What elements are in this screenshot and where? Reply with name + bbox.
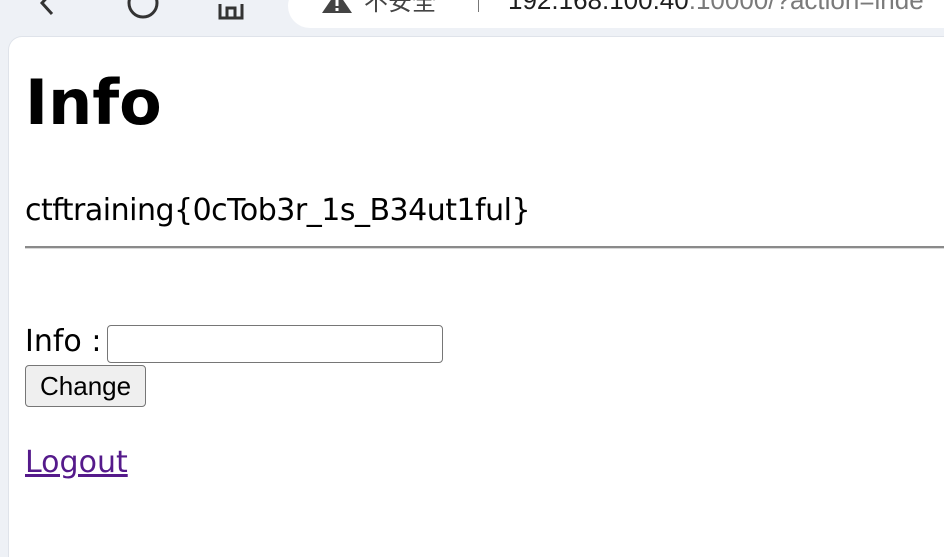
reload-button[interactable] bbox=[126, 0, 160, 20]
info-input[interactable] bbox=[107, 325, 444, 363]
security-indicator[interactable]: 不安全 bbox=[322, 0, 436, 14]
address-bar[interactable]: 不安全 192.168.100.40:10000/?action=inde bbox=[288, 0, 944, 28]
page-title: Info bbox=[25, 66, 162, 139]
home-icon bbox=[218, 4, 244, 20]
url-host: 192.168.100.40 bbox=[508, 0, 689, 15]
info-form-row: Info : bbox=[25, 321, 444, 363]
logout-link[interactable]: Logout bbox=[25, 444, 128, 482]
address-divider bbox=[478, 0, 479, 12]
browser-toolbar: 不安全 192.168.100.40:10000/?action=inde bbox=[0, 0, 944, 34]
info-label: Info : bbox=[25, 324, 102, 359]
url-text[interactable]: 192.168.100.40:10000/?action=inde bbox=[508, 0, 924, 14]
change-button[interactable]: Change bbox=[25, 365, 147, 407]
warning-icon bbox=[322, 0, 352, 13]
security-label: 不安全 bbox=[364, 0, 436, 16]
arrow-left-icon bbox=[39, 0, 54, 16]
back-button[interactable] bbox=[30, 0, 64, 20]
divider bbox=[25, 246, 944, 249]
flag-text: ctftraining{0cTob3r_1s_B34ut1ful} bbox=[25, 193, 531, 228]
reload-icon bbox=[127, 0, 159, 19]
page-viewport: Info ctftraining{0cTob3r_1s_B34ut1ful} I… bbox=[8, 36, 944, 557]
url-path: :10000/?action=inde bbox=[688, 0, 924, 15]
home-button[interactable] bbox=[214, 0, 248, 20]
